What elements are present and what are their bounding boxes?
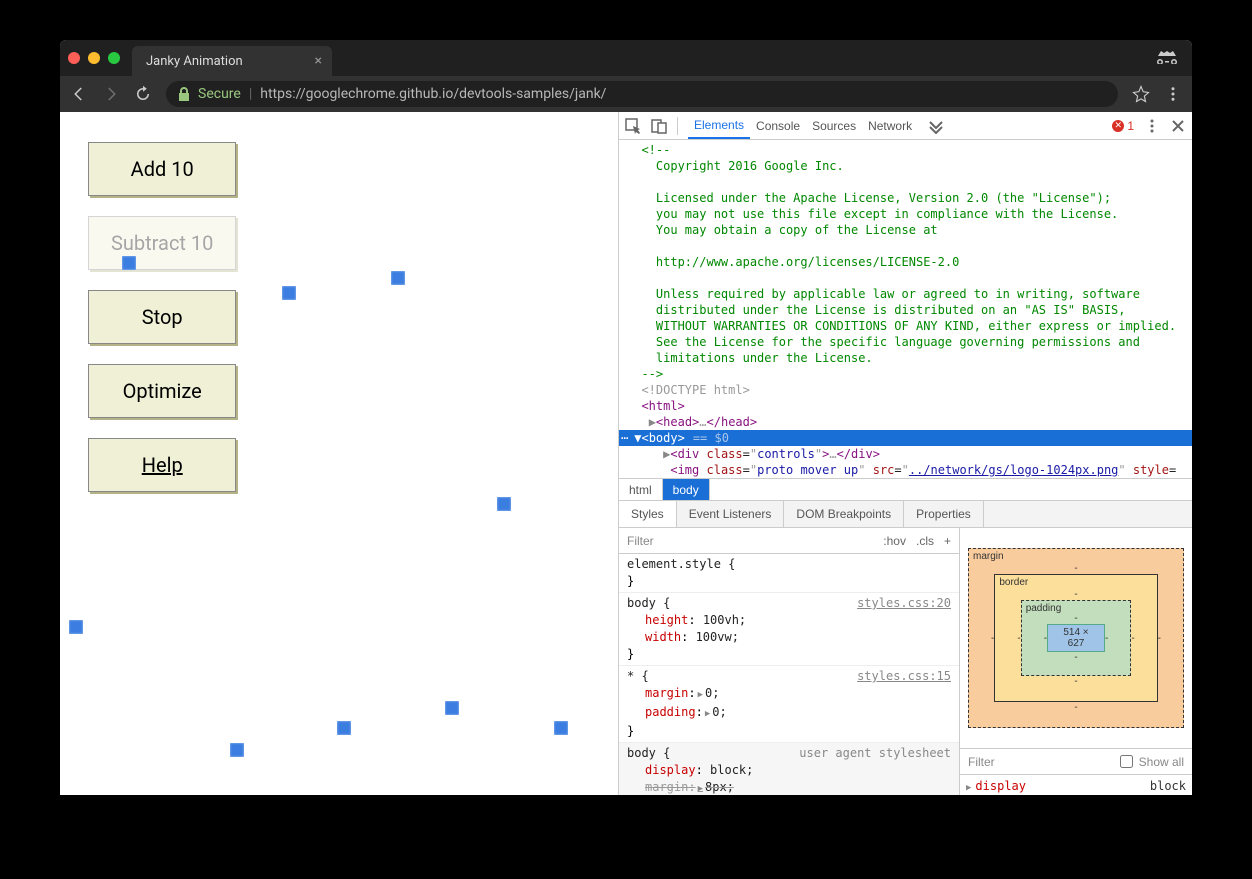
incognito-icon (1156, 49, 1178, 68)
show-all-label: Show all (1139, 755, 1184, 769)
more-tabs-icon[interactable] (928, 118, 944, 134)
minimize-window-button[interactable] (88, 52, 100, 64)
devtools-tab-elements[interactable]: Elements (688, 112, 750, 139)
mover-icon (497, 497, 511, 511)
computed-list[interactable]: ▶displayblock (960, 775, 1192, 795)
subtab-properties[interactable]: Properties (904, 501, 984, 527)
reload-button[interactable] (134, 85, 152, 103)
mover-icon (69, 620, 83, 634)
browser-window: Janky Animation × Secure | https://googl… (60, 40, 1192, 795)
optimize-button[interactable]: Optimize (88, 364, 236, 418)
computed-filter-row: Filter Show all (960, 749, 1192, 775)
devtools-tab-sources[interactable]: Sources (806, 112, 862, 139)
styles-column: Filter :hov .cls + element.style {}style… (619, 528, 960, 795)
browser-menu-icon[interactable] (1164, 85, 1182, 103)
url-text: https://googlechrome.github.io/devtools-… (260, 86, 606, 102)
subtab-styles[interactable]: Styles (619, 501, 677, 527)
bookmark-star-icon[interactable] (1132, 85, 1150, 103)
lock-icon (178, 87, 190, 101)
crumb-html[interactable]: html (619, 479, 663, 500)
lower-pane: Filter :hov .cls + element.style {}style… (619, 528, 1192, 795)
close-window-button[interactable] (68, 52, 80, 64)
close-tab-icon[interactable]: × (315, 53, 322, 69)
content-split: Add 10 Subtract 10 Stop Optimize Help El… (60, 112, 1192, 795)
mover-icon (445, 701, 459, 715)
devtools-panel: ElementsConsoleSourcesNetwork ✕ 1 <!-- C… (618, 112, 1192, 795)
margin-label: margin (973, 551, 1004, 562)
mover-icon (391, 271, 405, 285)
address-bar[interactable]: Secure | https://googlechrome.github.io/… (166, 81, 1118, 107)
margin-top-val: - (991, 563, 1161, 574)
subtab-dom-breakpoints[interactable]: DOM Breakpoints (784, 501, 904, 527)
border-label: border (999, 577, 1028, 588)
dom-tree[interactable]: <!-- Copyright 2016 Google Inc. Licensed… (619, 140, 1192, 478)
breadcrumb: html body (619, 478, 1192, 500)
error-count[interactable]: ✕ 1 (1112, 119, 1134, 133)
cls-toggle[interactable]: .cls (916, 534, 934, 548)
mover-icon (282, 286, 296, 300)
computed-column: margin - - border - - (960, 528, 1192, 795)
subtab-event-listeners[interactable]: Event Listeners (677, 501, 785, 527)
forward-button (102, 85, 120, 103)
inspect-icon[interactable] (625, 118, 641, 134)
mover-icon (337, 721, 351, 735)
controls-panel: Add 10 Subtract 10 Stop Optimize Help (88, 142, 236, 492)
crumb-body[interactable]: body (663, 479, 710, 500)
subtract-button[interactable]: Subtract 10 (88, 216, 236, 270)
styles-subtabs: StylesEvent ListenersDOM BreakpointsProp… (619, 500, 1192, 528)
separator: | (249, 86, 252, 102)
tab-title: Janky Animation (146, 54, 243, 69)
box-model: margin - - border - - (960, 528, 1192, 749)
error-icon: ✕ (1112, 120, 1124, 132)
back-button[interactable] (70, 85, 88, 103)
error-number: 1 (1127, 119, 1134, 133)
styles-body[interactable]: element.style {}styles.css:20body {heigh… (619, 554, 959, 795)
separator (677, 117, 678, 135)
devtools-menu-icon[interactable] (1144, 118, 1160, 134)
browser-tab[interactable]: Janky Animation × (132, 46, 332, 76)
styles-filter-input[interactable]: Filter (627, 534, 873, 548)
window-controls (68, 52, 120, 64)
styles-filter-row: Filter :hov .cls + (619, 528, 959, 554)
mover-icon (230, 743, 244, 757)
device-toggle-icon[interactable] (651, 118, 667, 134)
secure-label: Secure (198, 86, 241, 102)
devtools-tabs: ElementsConsoleSourcesNetwork (688, 112, 918, 139)
padding-label: padding (1026, 603, 1062, 614)
add-button[interactable]: Add 10 (88, 142, 236, 196)
devtools-tab-console[interactable]: Console (750, 112, 806, 139)
page-viewport: Add 10 Subtract 10 Stop Optimize Help (60, 112, 618, 795)
stop-button[interactable]: Stop (88, 290, 236, 344)
devtools-header: ElementsConsoleSourcesNetwork ✕ 1 (619, 112, 1192, 140)
mover-icon (554, 721, 568, 735)
mover-icon (122, 256, 136, 270)
show-all-checkbox[interactable] (1120, 755, 1133, 768)
maximize-window-button[interactable] (108, 52, 120, 64)
tab-strip: Janky Animation × (60, 40, 1192, 76)
devtools-close-icon[interactable] (1170, 118, 1186, 134)
help-button[interactable]: Help (88, 438, 236, 492)
computed-filter-input[interactable]: Filter (968, 755, 1114, 769)
hov-toggle[interactable]: :hov (883, 534, 906, 548)
content-size: 514 × 627 (1047, 624, 1105, 652)
devtools-tab-network[interactable]: Network (862, 112, 918, 139)
computed-row[interactable]: ▶displayblock (966, 777, 1186, 795)
address-toolbar: Secure | https://googlechrome.github.io/… (60, 76, 1192, 112)
add-rule-button[interactable]: + (944, 534, 951, 548)
